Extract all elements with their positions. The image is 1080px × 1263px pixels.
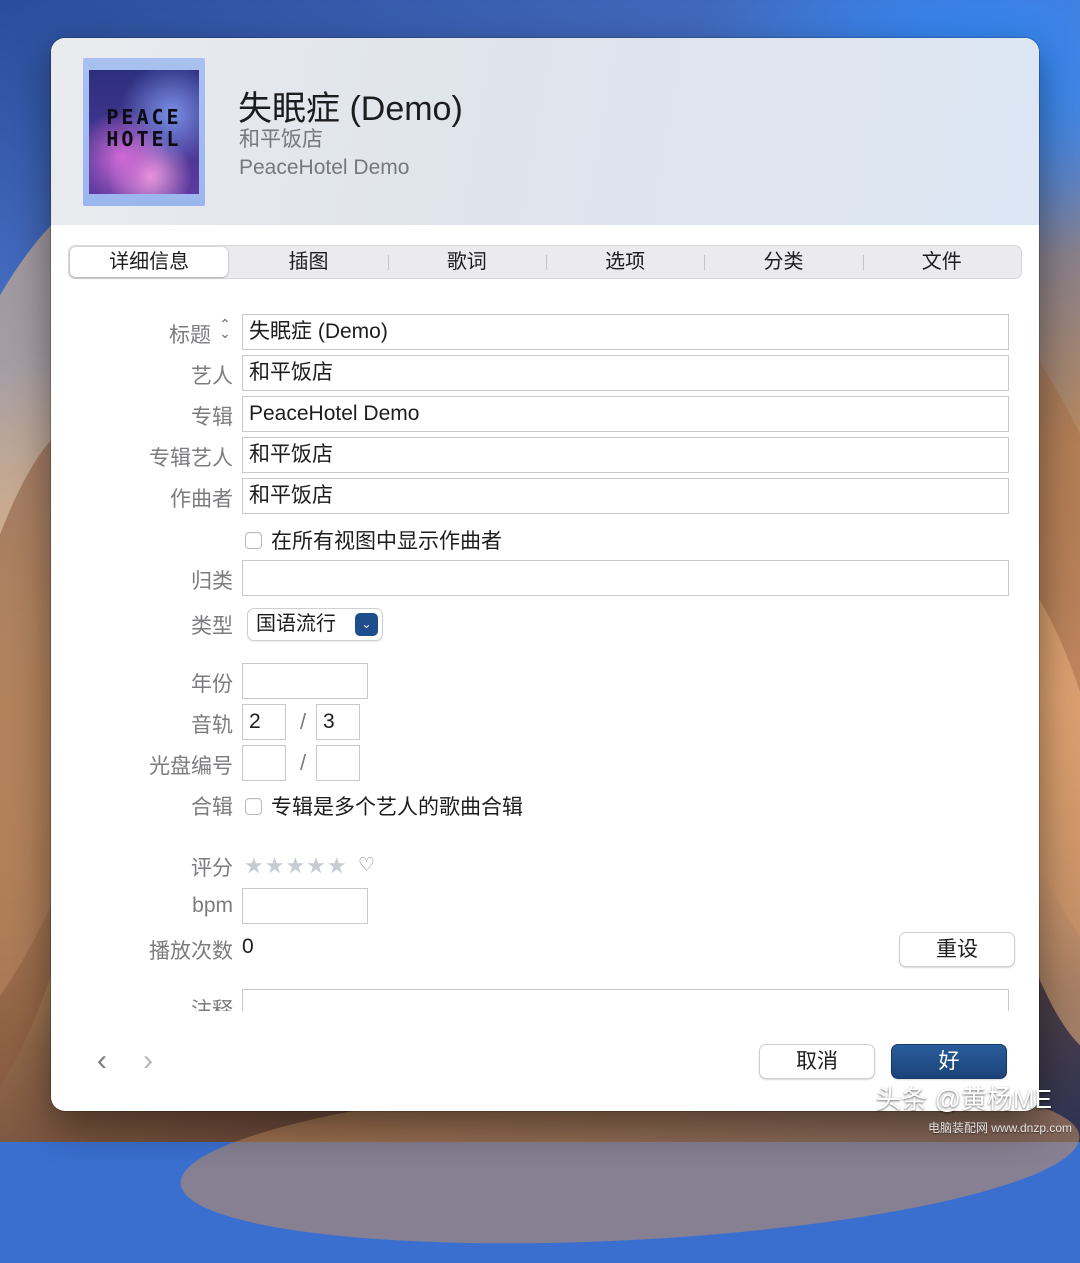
track-separator: / xyxy=(300,709,307,734)
genre-select[interactable]: 国语流行 ⌄ xyxy=(247,608,383,641)
artwork-text: PEACE HOTEL xyxy=(106,105,182,151)
disc-separator: / xyxy=(300,750,307,775)
track-label: 音轨 xyxy=(191,714,233,737)
next-icon[interactable]: › xyxy=(143,1046,153,1076)
play-count-label: 播放次数 xyxy=(149,940,233,963)
album-artist-field[interactable]: 和平饭店 xyxy=(242,437,1009,473)
watermark: 头条 @黄杨ME xyxy=(875,1084,1052,1114)
compilation-row: 专辑是多个艺人的歌曲合辑 xyxy=(245,791,523,821)
tab-file[interactable]: 文件 xyxy=(862,246,1021,278)
title-field[interactable]: 失眠症 (Demo) xyxy=(242,314,1009,350)
album-field[interactable]: PeaceHotel Demo xyxy=(242,396,1009,432)
year-label: 年份 xyxy=(191,673,233,696)
tab-details[interactable]: 详细信息 xyxy=(70,247,229,277)
compilation-checkbox[interactable] xyxy=(245,797,262,815)
tab-sorting[interactable]: 分类 xyxy=(704,246,862,278)
grouping-field[interactable] xyxy=(242,560,1009,596)
play-count-value: 0 xyxy=(242,935,254,958)
album-artist-label: 专辑艺人 xyxy=(149,447,233,470)
dialog-header: PEACE HOTEL 失眠症 (Demo) 和平饭店 PeaceHotel D… xyxy=(51,38,1039,225)
genre-value: 国语流行 xyxy=(256,613,336,635)
album-label: 专辑 xyxy=(191,406,233,429)
show-composer-row: 在所有视图中显示作曲者 xyxy=(245,525,502,555)
watermark-site: 电脑装配网 www.dnzp.com xyxy=(927,1121,1072,1135)
composer-label: 作曲者 xyxy=(170,488,233,511)
grouping-label: 归类 xyxy=(191,570,233,593)
year-field[interactable] xyxy=(242,663,368,699)
bpm-label: bpm xyxy=(192,894,233,917)
disc-total-field[interactable] xyxy=(316,745,360,781)
chevron-down-icon: ⌄ xyxy=(355,613,378,636)
tab-lyrics[interactable]: 歌词 xyxy=(387,246,546,278)
scroll-clip xyxy=(51,1011,1039,1041)
genre-label: 类型 xyxy=(191,615,233,638)
cancel-button[interactable]: 取消 xyxy=(759,1044,875,1079)
song-info-dialog: PEACE HOTEL 失眠症 (Demo) 和平饭店 PeaceHotel D… xyxy=(51,38,1039,1111)
previous-icon[interactable]: ‹ xyxy=(97,1046,107,1076)
bpm-field[interactable] xyxy=(242,888,368,924)
track-total-field[interactable]: 3 xyxy=(316,704,360,740)
show-composer-label: 在所有视图中显示作曲者 xyxy=(271,530,502,553)
tab-options[interactable]: 选项 xyxy=(545,246,704,278)
disc-label: 光盘编号 xyxy=(149,755,233,778)
track-number-field[interactable]: 2 xyxy=(242,704,286,740)
show-composer-checkbox[interactable] xyxy=(245,531,262,549)
disc-number-field[interactable] xyxy=(242,745,286,781)
compilation-label: 合辑 xyxy=(191,796,233,819)
tab-bar: 详细信息 插图 歌词 选项 分类 文件 xyxy=(68,245,1022,279)
artist-field[interactable]: 和平饭店 xyxy=(242,355,1009,391)
compilation-text: 专辑是多个艺人的歌曲合辑 xyxy=(271,796,523,819)
rating-stars[interactable]: ★★★★★ xyxy=(244,853,348,879)
title-label: 标题 xyxy=(169,324,211,347)
artwork-image: PEACE HOTEL xyxy=(89,70,199,194)
song-artist-heading: 和平饭店 xyxy=(239,128,323,151)
heart-icon[interactable]: ♡ xyxy=(358,854,375,877)
sort-toggle-icon[interactable]: ⌃ ⌄ xyxy=(218,317,232,340)
rating-label: 评分 xyxy=(191,857,233,880)
artist-label: 艺人 xyxy=(191,365,233,388)
song-album-heading: PeaceHotel Demo xyxy=(239,156,410,179)
reset-button[interactable]: 重设 xyxy=(899,932,1015,967)
ok-button[interactable]: 好 xyxy=(891,1044,1007,1079)
composer-field[interactable]: 和平饭店 xyxy=(242,478,1009,514)
album-artwork[interactable]: PEACE HOTEL xyxy=(83,58,205,206)
tab-artwork[interactable]: 插图 xyxy=(229,246,387,278)
